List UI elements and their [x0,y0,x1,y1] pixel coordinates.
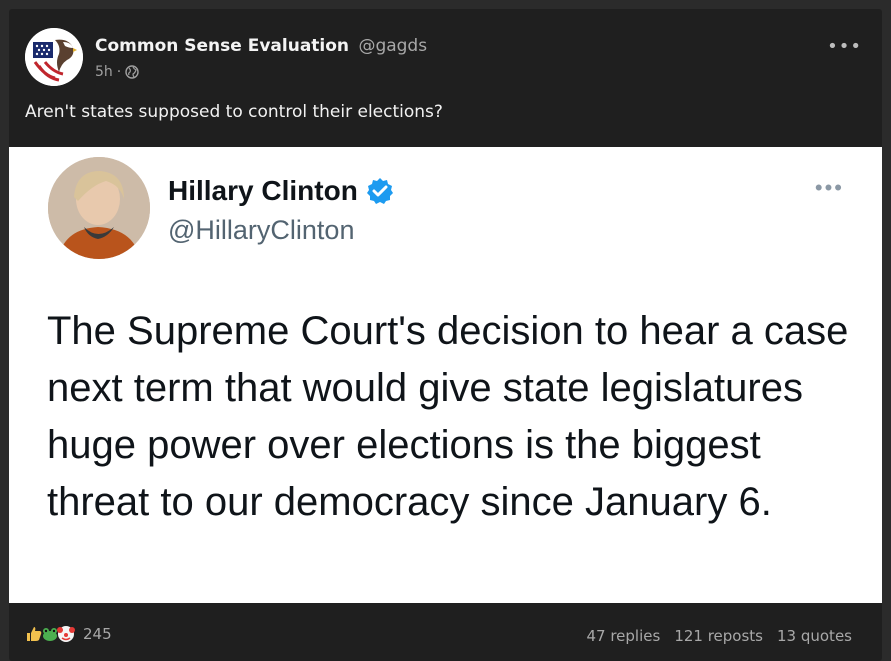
globe-icon [125,65,139,79]
author-avatar[interactable] [25,28,83,86]
clown-icon [57,625,75,643]
flag-eagle-avatar-icon [25,28,83,86]
verified-badge-icon [366,177,394,205]
tweet-author-avatar [48,157,150,259]
author-name[interactable]: Common Sense Evaluation [95,36,349,56]
embedded-tweet-image: Hillary Clinton @HillaryClinton ••• The … [9,147,882,603]
tweet-author-name: Hillary Clinton [168,175,358,206]
post-more-icon[interactable]: ••• [827,36,862,57]
post-text: Aren't states supposed to control their … [25,102,443,122]
quotes-link[interactable]: 13 quotes [777,627,852,645]
tweet-name-row: Hillary Clinton [168,175,394,207]
tweet-more-icon: ••• [814,175,844,200]
replies-link[interactable]: 47 replies [586,627,660,645]
post-stats: 47 replies 121 reposts 13 quotes [586,627,852,645]
post-footer: 245 47 replies 121 reposts 13 quotes [9,603,882,661]
tweet-body: The Supreme Court's decision to hear a c… [47,309,849,524]
portrait-icon [48,157,150,259]
post-meta: 5h · [95,64,139,80]
reaction-count: 245 [83,625,112,643]
post-header: Common Sense Evaluation @gagds 5h · ••• [25,28,866,88]
tweet-author-handle: @HillaryClinton [168,215,355,245]
author-line: Common Sense Evaluation @gagds [95,36,427,56]
author-handle[interactable]: @gagds [358,36,427,56]
post-time[interactable]: 5h [95,64,113,80]
reposts-link[interactable]: 121 reposts [674,627,763,645]
meta-separator: · [116,64,122,80]
post-card: Common Sense Evaluation @gagds 5h · ••• … [9,9,882,661]
reactions[interactable]: 245 [25,625,112,643]
